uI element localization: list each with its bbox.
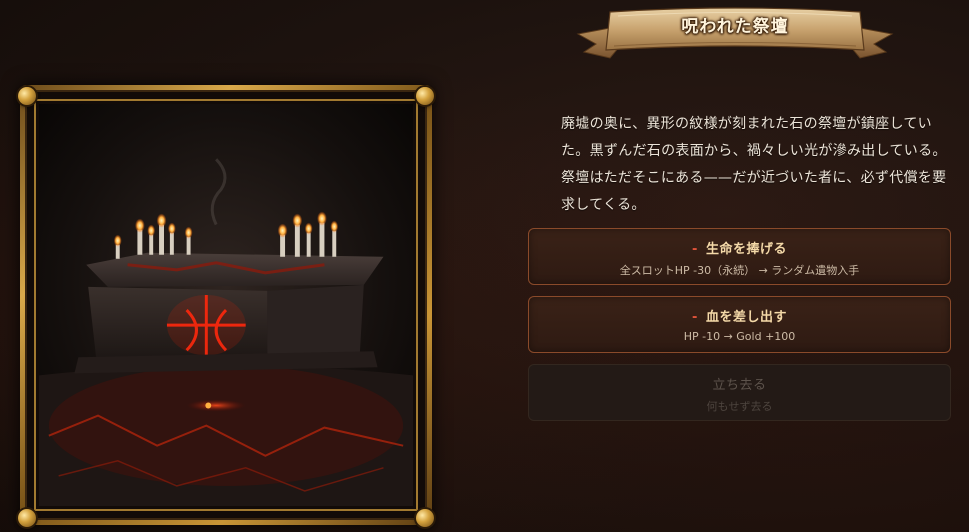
choice-leave-button[interactable]: 立ち去る 何もせず去る [528,364,951,421]
gold-rivet-icon [18,509,36,527]
gold-rivet-icon [416,509,434,527]
title-banner: 呪われた祭壇 [574,2,896,66]
choice-title: 立ち去る [712,378,767,393]
altar-image [39,104,413,506]
choice-offer-blood-button[interactable]: - 血を差し出す HP -10 → Gold +100 [528,296,951,353]
choice-title: - 血を差し出す [692,310,787,325]
cost-marker: - [692,310,698,325]
choice-effect: 何もせず去る [706,400,773,413]
cost-marker: - [692,242,698,257]
choice-effect: HP -10 → Gold +100 [683,330,796,343]
choice-effect: 全スロットHP -30（永続） → ランダム遺物入手 [619,264,860,277]
gold-rivet-icon [416,87,434,105]
cursed-altar-illustration [39,104,413,506]
choice-offer-life-button[interactable]: - 生命を捧げる 全スロットHP -30（永続） → ランダム遺物入手 [528,228,951,285]
gold-rivet-icon [18,87,36,105]
event-illustration-frame [18,85,434,527]
event-title: 呪われた祭壇 [681,17,789,37]
event-description: 廃墟の奥に、異形の紋様が刻まれた石の祭壇が鎮座していた。黒ずんだ石の表面から、禍… [561,116,947,213]
choice-title: - 生命を捧げる [692,242,787,257]
